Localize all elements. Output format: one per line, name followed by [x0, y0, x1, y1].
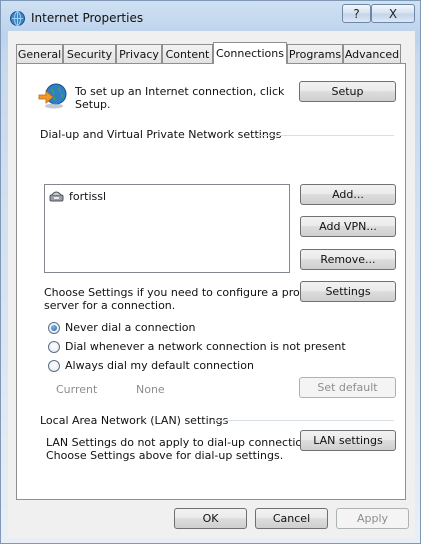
connections-listbox[interactable]: fortissl	[44, 184, 290, 273]
lan-note-line2: Choose Settings above for dial-up settin…	[46, 449, 284, 462]
help-icon: ?	[353, 6, 360, 21]
radio-button[interactable]	[48, 340, 60, 353]
lan-settings-button[interactable]: LAN settings	[300, 430, 396, 451]
tab-security[interactable]: Security	[63, 44, 116, 63]
add-vpn-button[interactable]: Add VPN...	[300, 216, 396, 237]
tab-connections[interactable]: Connections	[213, 42, 287, 64]
current-value: None	[136, 383, 165, 396]
tab-general[interactable]: General	[16, 44, 63, 63]
setup-description-line2: Setup.	[75, 98, 111, 111]
setup-button[interactable]: Setup	[299, 81, 396, 102]
internet-properties-window: Internet Properties ? X General Security…	[0, 0, 421, 544]
add-button[interactable]: Add...	[300, 184, 396, 205]
radio-button-checked[interactable]	[48, 321, 60, 334]
dialup-section-title: Dial-up and Virtual Private Network sett…	[40, 128, 282, 141]
current-label: Current	[56, 383, 98, 396]
set-default-button[interactable]: Set default	[299, 377, 396, 398]
settings-prompt-line1: Choose Settings if you need to configure…	[44, 286, 313, 299]
radio-label: Dial whenever a network connection is no…	[65, 340, 346, 353]
apply-button[interactable]: Apply	[336, 508, 409, 529]
lan-note-line1: LAN Settings do not apply to dial-up con…	[46, 436, 319, 449]
settings-prompt-line2: server for a connection.	[44, 299, 176, 312]
radio-dial-when-no-network[interactable]: Dial whenever a network connection is no…	[48, 340, 346, 353]
radio-never-dial[interactable]: Never dial a connection	[48, 321, 195, 334]
connections-panel: To set up an Internet connection, click …	[16, 63, 406, 500]
setup-description-line1: To set up an Internet connection, click	[75, 85, 285, 98]
settings-button[interactable]: Settings	[300, 281, 396, 302]
radio-label: Always dial my default connection	[65, 359, 254, 372]
radio-label: Never dial a connection	[65, 321, 196, 334]
tab-programs[interactable]: Programs	[287, 44, 343, 63]
internet-properties-icon	[10, 11, 25, 26]
tab-privacy[interactable]: Privacy	[116, 44, 162, 63]
close-icon: X	[388, 6, 398, 21]
ok-button[interactable]: OK	[174, 508, 247, 529]
dialup-connection-icon	[49, 191, 64, 202]
radio-always-dial[interactable]: Always dial my default connection	[48, 359, 254, 372]
help-button[interactable]: ?	[342, 4, 371, 23]
cancel-button[interactable]: Cancel	[255, 508, 328, 529]
lan-section-title: Local Area Network (LAN) settings	[40, 414, 229, 427]
dialup-section-divider	[256, 135, 394, 136]
close-button[interactable]: X	[371, 4, 415, 23]
window-title: Internet Properties	[31, 11, 144, 25]
radio-button[interactable]	[48, 359, 60, 372]
tab-content[interactable]: Content	[162, 44, 213, 63]
lan-section-divider	[214, 420, 394, 421]
tab-advanced[interactable]: Advanced	[343, 44, 401, 63]
list-item[interactable]: fortissl	[49, 188, 106, 204]
connection-name: fortissl	[69, 189, 107, 203]
globe-setup-icon	[38, 83, 67, 109]
remove-button[interactable]: Remove...	[300, 249, 396, 270]
dialog-client-area: General Security Privacy Content Connect…	[8, 31, 415, 538]
